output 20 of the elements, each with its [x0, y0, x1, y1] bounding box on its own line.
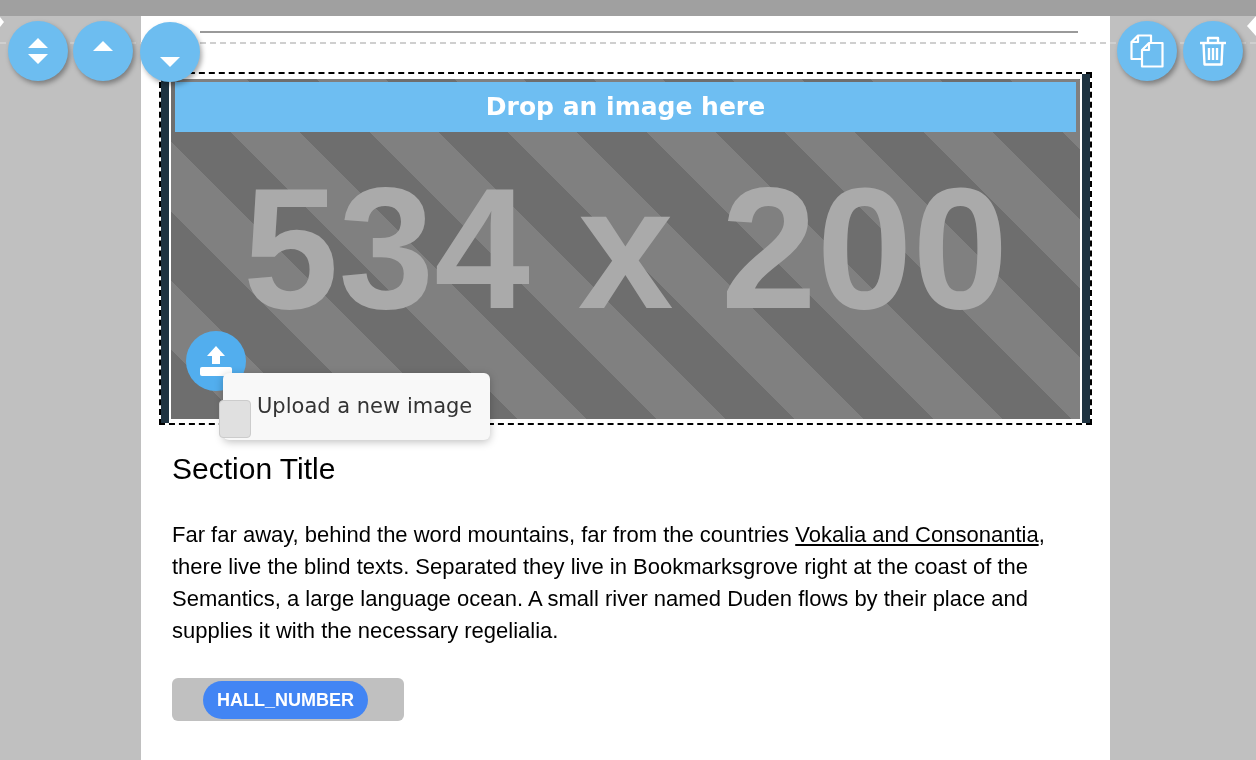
image-size-label: 534 x 200: [242, 180, 1009, 318]
upload-icon: [200, 346, 232, 376]
drop-zone-banner: Drop an image here: [175, 82, 1076, 132]
section-title: Section Title: [172, 452, 337, 486]
tag-chip[interactable]: HALL_NUMBER: [203, 681, 368, 719]
duplicate-button[interactable]: [1117, 21, 1177, 81]
square-icon: [219, 400, 251, 438]
copy-icon: [1130, 34, 1164, 68]
text-link[interactable]: Vokalia and Consonantia: [795, 522, 1039, 547]
triangle-icon: [0, 17, 4, 27]
move-up-button[interactable]: [73, 21, 133, 81]
trash-icon: [1199, 36, 1227, 66]
body-paragraph: Far far away, behind the word mountains, far from the countries Vokalia and Consonantia, there live the blind texts. Separated they live in Bookmarksgrove right at the coast of the Semantics, a large language ocean. A small river named Duden flows by their place and supplies it with the necessary regelialia.: [172, 521, 1046, 645]
delete-button[interactable]: [1183, 21, 1243, 81]
move-button[interactable]: [8, 21, 68, 81]
triangle-icon: [1247, 16, 1256, 36]
caret-up-icon: [93, 41, 113, 51]
upload-tooltip: Upload a new image: [223, 373, 491, 440]
caret-down-icon: [160, 57, 180, 67]
up-down-arrows-icon: [28, 38, 48, 64]
